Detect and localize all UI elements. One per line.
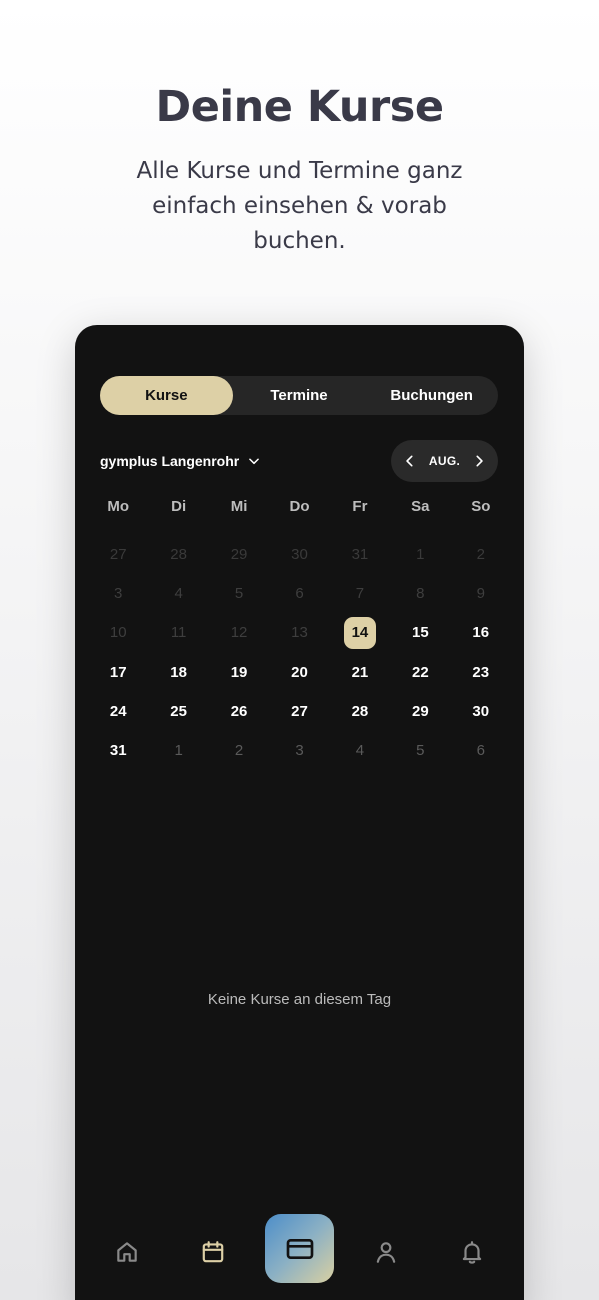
calendar-day: 1 [174,742,183,760]
location-name: gymplus Langenrohr [100,453,240,469]
calendar-day: 5 [416,742,425,760]
calendar-day[interactable]: 18 [148,653,208,692]
calendar-day[interactable]: 29 [390,692,450,731]
month-label: AUG. [428,454,461,468]
calendar-day: 4 [355,742,365,760]
empty-state-message: Keine Kurse an diesem Tag [207,991,392,1008]
location-selector[interactable]: gymplus Langenrohr [100,451,261,471]
calendar-day[interactable]: 26 [209,692,269,731]
chevron-right-icon[interactable] [472,454,486,468]
calendar-day[interactable]: 28 [330,692,390,731]
calendar-day: 29 [230,546,248,564]
calendar-day: 8 [416,585,425,603]
profile-icon[interactable] [371,1237,401,1267]
calendar-day[interactable]: 17 [88,653,148,692]
weekday-label: Fr [352,498,368,515]
weekday-label: Do [289,498,310,515]
calendar-day: 3 [295,742,304,760]
calendar-day[interactable]: 27 [269,692,329,731]
calendar-day: 5 [234,585,244,603]
calendar-day[interactable]: 21 [330,653,390,692]
calendar-day-selected[interactable]: 14 [330,613,390,652]
calendar-day: 12 [230,624,248,642]
calendar-day[interactable]: 24 [88,692,148,731]
calendar-day: 4 [174,585,183,603]
calendar-day: 6 [476,742,485,760]
card-icon [286,1238,313,1259]
weekday-label: Mo [107,498,130,515]
calendar-day: 1 [416,546,425,564]
calendar-day: 2 [234,742,244,760]
calendar-day: 7 [355,585,365,603]
weekday-label: Mi [230,498,248,515]
calendar-day: 2 [476,546,485,564]
month-navigator: AUG. [391,440,498,482]
calendar-day: 10 [109,624,127,642]
home-icon[interactable] [112,1237,142,1267]
calendar-day: 13 [291,624,308,642]
headline: Deine Kurse [155,82,444,132]
phone-screen: Kurse Termine Buchungen gymplus Langenro… [75,325,524,1300]
calendar-day[interactable]: 20 [269,653,329,692]
calendar-day: 3 [114,585,123,603]
segmented-tabs: Kurse Termine Buchungen [100,376,498,415]
calendar-day: 9 [476,585,485,603]
weekday-label: Di [171,498,187,515]
chevron-left-icon[interactable] [403,454,417,468]
calendar-day[interactable]: 15 [390,613,450,652]
calendar-icon[interactable] [198,1237,228,1267]
chevron-down-icon [249,458,260,465]
card-button[interactable] [265,1214,334,1283]
calendar-day[interactable]: 22 [390,653,450,692]
weekday-label: Sa [411,498,430,515]
calendar-day[interactable]: 23 [451,653,511,692]
calendar-day: 11 [170,624,187,642]
tab-kurse[interactable]: Kurse [100,376,233,415]
tab-termine[interactable]: Termine [233,376,366,415]
bottom-navigation [75,1213,524,1293]
calendar-day[interactable]: 16 [451,613,511,652]
weekday-header: Mo Di Mi Do Fr Sa So [88,498,511,520]
calendar-day: 30 [291,546,308,564]
subline: Alle Kurse und Termine ganz einfach eins… [136,158,463,254]
calendar-day[interactable]: 31 [88,731,148,770]
calendar-day: 27 [109,546,127,564]
calendar-day: 28 [170,546,187,564]
calendar-grid: 27 28 29 30 31 1 2 3 4 5 6 7 8 9 10 11 1… [88,535,511,770]
calendar-day[interactable]: 25 [148,692,208,731]
calendar-day[interactable]: 19 [209,653,269,692]
weekday-label: So [471,498,491,515]
calendar-day[interactable]: 30 [451,692,511,731]
calendar-day: 31 [351,546,369,564]
calendar-day: 6 [295,585,304,603]
tab-buchungen[interactable]: Buchungen [365,376,498,415]
bell-icon[interactable] [457,1237,487,1267]
